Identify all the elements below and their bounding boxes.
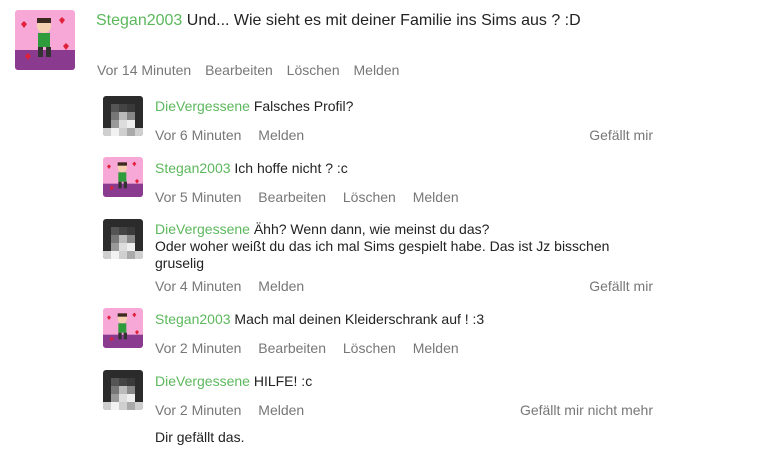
report-button[interactable]: Melden: [354, 62, 400, 78]
edit-button[interactable]: Bearbeiten: [205, 62, 273, 78]
reply-line: Stegan2003 Ich hoffe nicht ? :c: [155, 160, 348, 177]
avatar-image: [103, 308, 143, 348]
reply-line: Stegan2003 Mach mal deinen Kleiderschran…: [155, 311, 484, 328]
liked-note: Dir gefällt das.: [155, 429, 245, 445]
reply-text: Falsches Profil?: [253, 98, 354, 114]
reply-actions: Vor 4 Minuten Melden: [155, 278, 304, 294]
avatar-dievergessene[interactable]: [103, 219, 143, 259]
author-link[interactable]: DieVergessene: [155, 98, 250, 114]
reply-text-line-3: gruselig: [155, 255, 205, 271]
reply-item: Stegan2003 Mach mal deinen Kleiderschran…: [0, 303, 784, 365]
reply-line: DieVergessene Ähh? Wenn dann, wie meinst…: [155, 221, 489, 238]
reply-text: Ähh? Wenn dann, wie meinst du das?: [253, 221, 490, 237]
timestamp-link[interactable]: Vor 14 Minuten: [97, 62, 191, 78]
avatar-image: [103, 96, 143, 136]
reply-item: DieVergessene Falsches Profil? Vor 6 Min…: [0, 90, 784, 152]
reply-line: DieVergessene Falsches Profil?: [155, 98, 353, 115]
delete-button[interactable]: Löschen: [343, 189, 396, 205]
timestamp-link[interactable]: Vor 2 Minuten: [155, 340, 241, 356]
author-link[interactable]: DieVergessene: [155, 221, 250, 237]
like-button[interactable]: Gefällt mir: [589, 278, 653, 294]
timestamp-link[interactable]: Vor 6 Minuten: [155, 127, 241, 143]
like-button[interactable]: Gefällt mir: [589, 127, 653, 143]
author-link[interactable]: DieVergessene: [155, 373, 250, 389]
reply-text: Ich hoffe nicht ? :c: [234, 160, 348, 176]
author-link[interactable]: Stegan2003: [96, 12, 182, 29]
report-button[interactable]: Melden: [258, 402, 304, 418]
reply-text-line-2: Oder woher weißt du das ich mal Sims ges…: [155, 238, 610, 254]
reply-item: Stegan2003 Ich hoffe nicht ? :c Vor 5 Mi…: [0, 152, 784, 214]
author-link[interactable]: Stegan2003: [155, 160, 231, 176]
report-button[interactable]: Melden: [258, 278, 304, 294]
timestamp-link[interactable]: Vor 4 Minuten: [155, 278, 241, 294]
reply-actions: Vor 6 Minuten Melden: [155, 127, 304, 143]
report-button[interactable]: Melden: [258, 127, 304, 143]
main-post-actions: Vor 14 Minuten Bearbeiten Löschen Melden: [97, 62, 399, 78]
unlike-button[interactable]: Gefällt mir nicht mehr: [520, 402, 653, 418]
avatar-image: [103, 219, 143, 259]
avatar-image: [15, 10, 75, 70]
post-text: Und... Wie sieht es mit deiner Familie i…: [186, 12, 581, 29]
delete-button[interactable]: Löschen: [343, 340, 396, 356]
timestamp-link[interactable]: Vor 2 Minuten: [155, 402, 241, 418]
avatar-stegan2003[interactable]: [103, 308, 143, 348]
report-button[interactable]: Melden: [413, 189, 459, 205]
reply-actions: Vor 5 Minuten Bearbeiten Löschen Melden: [155, 189, 459, 205]
reply-text: Mach mal deinen Kleiderschrank auf ! :3: [234, 311, 485, 327]
avatar-stegan2003[interactable]: [103, 157, 143, 197]
avatar-stegan2003[interactable]: [15, 10, 75, 70]
avatar-image: [103, 370, 143, 410]
delete-button[interactable]: Löschen: [287, 62, 340, 78]
author-link[interactable]: Stegan2003: [155, 311, 231, 327]
avatar-dievergessene[interactable]: [103, 370, 143, 410]
main-post-line: Stegan2003 Und... Wie sieht es mit deine…: [96, 12, 581, 30]
edit-button[interactable]: Bearbeiten: [258, 189, 326, 205]
avatar-image: [103, 157, 143, 197]
timestamp-link[interactable]: Vor 5 Minuten: [155, 189, 241, 205]
reply-line: DieVergessene HILFE! :c: [155, 373, 312, 390]
reply-actions: Vor 2 Minuten Bearbeiten Löschen Melden: [155, 340, 459, 356]
edit-button[interactable]: Bearbeiten: [258, 340, 326, 356]
reply-item: DieVergessene HILFE! :c Vor 2 Minuten Me…: [0, 365, 784, 455]
reply-item: DieVergessene Ähh? Wenn dann, wie meinst…: [0, 214, 784, 304]
avatar-dievergessene[interactable]: [103, 96, 143, 136]
reply-text: HILFE! :c: [253, 373, 313, 389]
reply-actions: Vor 2 Minuten Melden: [155, 402, 304, 418]
report-button[interactable]: Melden: [413, 340, 459, 356]
main-post: Stegan2003 Und... Wie sieht es mit deine…: [0, 0, 784, 90]
